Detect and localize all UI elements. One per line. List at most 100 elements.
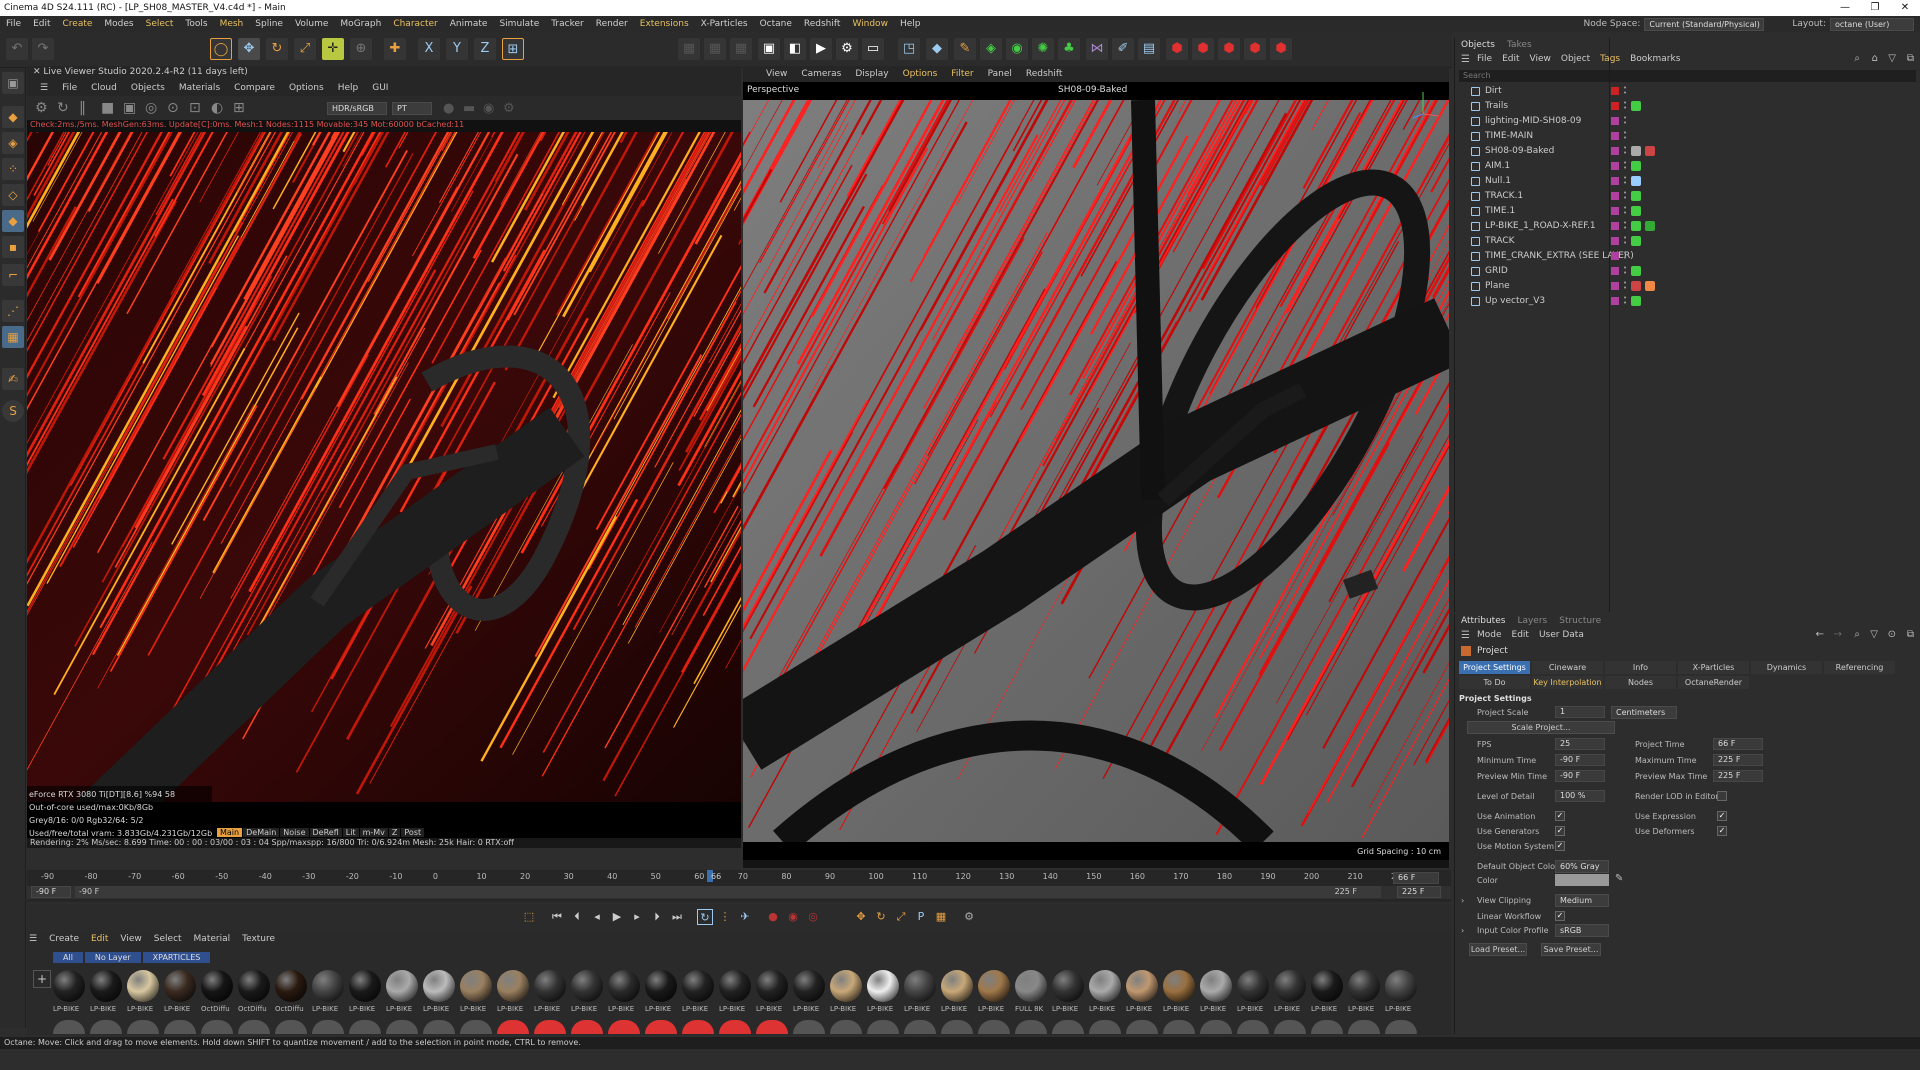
material-menu-create[interactable]: Create (49, 934, 79, 944)
menu-item-create[interactable]: Create (57, 19, 99, 29)
extrude-icon[interactable]: ◉ (1006, 38, 1028, 60)
menu-item-extensions[interactable]: Extensions (634, 19, 695, 29)
lv-menu-options[interactable]: Options (282, 83, 331, 93)
visibility-dots-icon[interactable]: •• (1623, 176, 1627, 186)
lock-icon[interactable]: ⊙ (1888, 629, 1896, 640)
material-swatch[interactable] (423, 970, 455, 1002)
viewport-menu-redshift[interactable]: Redshift (1019, 69, 1070, 79)
object-row[interactable]: TIME.1•• (1455, 204, 1915, 219)
preview-min-field[interactable]: -90 F (1555, 770, 1605, 782)
paint-icon[interactable]: ✍ (2, 368, 24, 390)
material-swatch[interactable] (201, 1020, 233, 1034)
menu-item-select[interactable]: Select (140, 19, 180, 29)
color-mode-dropdown[interactable]: HDR/sRGB (327, 102, 387, 115)
settings-icon[interactable]: ⚙ (503, 101, 515, 116)
object-row[interactable]: Dirt•• (1455, 84, 1915, 99)
menu-item-render[interactable]: Render (590, 19, 634, 29)
material-swatch[interactable] (238, 970, 270, 1002)
lv-menu-compare[interactable]: Compare (227, 83, 282, 93)
world-axis-icon[interactable]: ✚ (384, 38, 406, 60)
forward-arrow-icon[interactable]: → (1834, 629, 1842, 640)
material-swatch[interactable] (1015, 970, 1047, 1002)
menu-item-volume[interactable]: Volume (289, 19, 334, 29)
timeline-marker-icon[interactable]: ⋮ (717, 909, 733, 925)
object-tag-icon[interactable] (1631, 281, 1641, 291)
viewport-menu-cameras[interactable]: Cameras (794, 69, 848, 79)
object-name[interactable]: Plane (1485, 281, 1510, 291)
material-swatch[interactable] (1385, 970, 1417, 1002)
layer-color-swatch[interactable] (1611, 237, 1619, 245)
attr-menu-user-data[interactable]: User Data (1539, 630, 1584, 640)
scale-tool-icon[interactable]: ⤢ (294, 38, 316, 60)
restart-render-icon[interactable]: ↻ (57, 100, 69, 116)
input-profile-dropdown[interactable]: sRGB (1555, 924, 1609, 937)
render-pass-tab[interactable]: Noise (280, 828, 308, 837)
objects-menu-view[interactable]: View (1530, 54, 1551, 64)
prev-frame-icon[interactable]: ◂ (589, 909, 605, 925)
load-preset-button[interactable]: Load Preset... (1469, 943, 1527, 956)
material-swatch[interactable] (312, 970, 344, 1002)
material-swatch[interactable] (1311, 1020, 1343, 1034)
back-arrow-icon[interactable]: ← (1816, 629, 1824, 640)
schedule-icon[interactable]: ⚙ (961, 909, 977, 925)
coordinate-system-icon[interactable]: ⊞ (502, 38, 524, 60)
preview-max-field[interactable]: 225 F (1713, 770, 1763, 782)
menu-item-mograph[interactable]: MoGraph (334, 19, 387, 29)
expand-arrow-icon[interactable]: › (1461, 896, 1464, 905)
new-window-icon[interactable]: ⧉ (1907, 53, 1914, 64)
material-swatch[interactable] (793, 1020, 825, 1034)
lock-icon[interactable]: ● (443, 101, 454, 116)
property-tab-dynamics[interactable]: Dynamics (1751, 661, 1822, 674)
render-view-icon[interactable]: ▣ (758, 38, 780, 60)
menu-item-tracker[interactable]: Tracker (545, 19, 589, 29)
material-swatch[interactable] (1052, 1020, 1084, 1034)
color-picker-icon[interactable]: ✎ (1615, 873, 1623, 884)
material-swatch[interactable] (275, 970, 307, 1002)
edges-mode-icon[interactable]: ◇ (2, 184, 24, 206)
material-swatch[interactable] (460, 970, 492, 1002)
render-pass-tab[interactable]: Post (401, 828, 424, 837)
material-swatch[interactable] (978, 970, 1010, 1002)
octane-tag-icon[interactable]: ⬢ (1270, 38, 1292, 60)
clay-mode-icon[interactable]: ◐ (211, 100, 223, 116)
rotate-key-icon[interactable]: ↻ (873, 909, 889, 925)
property-tab-info[interactable]: Info (1605, 661, 1676, 674)
stop-render-icon[interactable]: ■ (101, 100, 114, 116)
hamburger-icon[interactable]: ☰ (1461, 630, 1470, 641)
record-active-icon[interactable]: ● (765, 909, 781, 925)
object-name[interactable]: LP-BIKE_1_ROAD-X-REF.1 (1485, 221, 1596, 231)
object-name[interactable]: Up vector_V3 (1485, 296, 1545, 306)
color-swatch[interactable] (1555, 874, 1609, 886)
go-to-start-icon[interactable]: ⏮ (549, 909, 565, 925)
lock-y-icon[interactable]: Y (446, 38, 468, 60)
material-swatch[interactable] (164, 1020, 196, 1034)
material-swatch[interactable] (127, 970, 159, 1002)
property-tab-key-interpolation[interactable]: Key Interpolation (1532, 676, 1603, 689)
menu-item-window[interactable]: Window (846, 19, 894, 29)
material-swatch[interactable] (1274, 1020, 1306, 1034)
material-swatch[interactable] (1311, 970, 1343, 1002)
material-swatch[interactable] (941, 970, 973, 1002)
attr-menu-mode[interactable]: Mode (1477, 630, 1502, 640)
material-swatch[interactable] (497, 1020, 529, 1034)
object-row[interactable]: TIME_CRANK_EXTRA (SEE LAYER)•• (1455, 249, 1915, 264)
layer-color-swatch[interactable] (1611, 297, 1619, 305)
scale-key-icon[interactable]: ⤢ (893, 909, 909, 925)
workplane-icon[interactable]: ⌐ (2, 264, 24, 286)
objects-menu-tags[interactable]: Tags (1600, 54, 1620, 64)
render-picture-viewer-icon[interactable]: ◧ (784, 38, 806, 60)
material-swatch[interactable] (682, 1020, 714, 1034)
render-region-icon[interactable]: ▦ (678, 38, 700, 60)
range-end-field[interactable]: 225 F (1397, 886, 1441, 898)
menu-item-x-particles[interactable]: X-Particles (695, 19, 754, 29)
menu-item-edit[interactable]: Edit (27, 19, 56, 29)
make-editable-icon[interactable]: ▣ (2, 72, 24, 94)
make-preview-icon[interactable]: ▶ (810, 38, 832, 60)
visibility-dots-icon[interactable]: •• (1623, 161, 1627, 171)
material-swatch[interactable] (571, 1020, 603, 1034)
octane-light-icon[interactable]: ⬢ (1192, 38, 1214, 60)
object-name[interactable]: lighting-MID-SH08-09 (1485, 116, 1581, 126)
object-tag-icon[interactable] (1631, 191, 1641, 201)
min-time-field[interactable]: -90 F (1555, 754, 1605, 766)
material-swatch[interactable] (904, 1020, 936, 1034)
